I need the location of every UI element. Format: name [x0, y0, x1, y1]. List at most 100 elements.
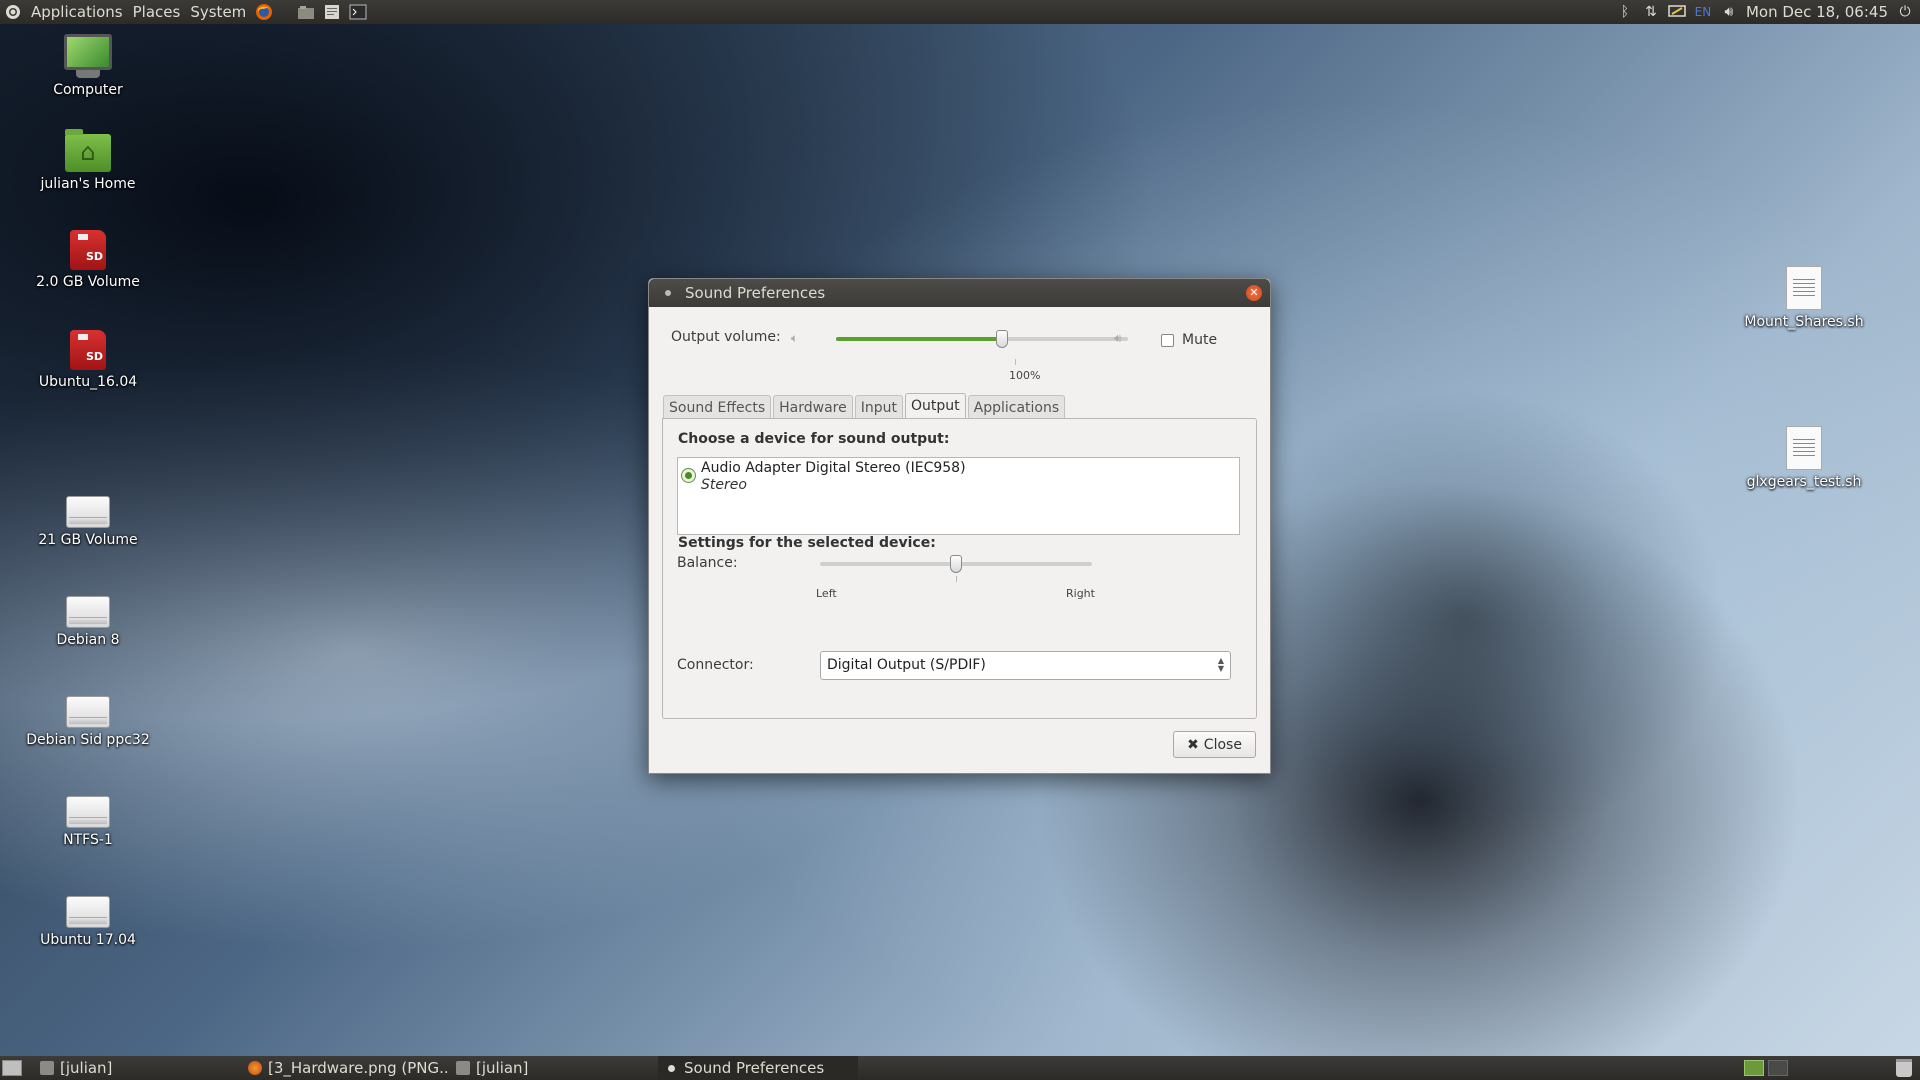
desktop-icon-glxgears-test[interactable]: glxgears_test.sh: [1734, 426, 1874, 490]
desktop-icon-mount-shares[interactable]: Mount_Shares.sh: [1734, 266, 1874, 330]
bottom-panel: [julian] [3_Hardware.png (PNG... [julian…: [0, 1056, 1920, 1080]
taskbar-item-label: [3_Hardware.png (PNG...: [268, 1059, 448, 1077]
mute-checkbox[interactable]: [1161, 333, 1174, 347]
workspace-2[interactable]: [1768, 1060, 1788, 1076]
desktop-icon-debian-sid[interactable]: Debian Sid ppc32: [18, 696, 158, 748]
desktop-icon-ntfs-1[interactable]: NTFS-1: [18, 796, 158, 848]
taskbar-item-firefox[interactable]: [3_Hardware.png (PNG...: [242, 1056, 448, 1080]
device-selected-radio[interactable]: [681, 468, 696, 483]
device-profile: Stereo: [701, 477, 747, 493]
drive-icon: [66, 796, 110, 828]
keyboard-layout-indicator[interactable]: EN: [1694, 3, 1712, 21]
speaker-low-icon: 🔈︎: [791, 331, 799, 345]
connector-select[interactable]: Digital Output (S/PDIF) ▲ ▼: [820, 651, 1231, 680]
output-volume-slider[interactable]: [836, 337, 1128, 341]
trash-icon[interactable]: [1896, 1059, 1912, 1077]
mute-toggle[interactable]: Mute: [1161, 332, 1217, 348]
ubuntu-logo-icon[interactable]: [4, 3, 22, 21]
combo-arrows-icon: ▲ ▼: [1217, 656, 1224, 673]
folder-icon: [40, 1061, 54, 1075]
tab-output[interactable]: Output: [904, 393, 966, 421]
drive-icon: [66, 696, 110, 728]
taskbar-item-julian-2[interactable]: [julian]: [450, 1056, 656, 1080]
output-volume-label: Output volume:: [671, 329, 781, 345]
output-volume-fill: [836, 337, 1003, 341]
settings-heading: Settings for the selected device:: [678, 535, 936, 551]
close-icon: ✖: [1187, 736, 1199, 753]
dialog-title: Sound Preferences: [685, 284, 826, 302]
window-close-icon[interactable]: ✕: [1246, 285, 1262, 301]
tab-hardware[interactable]: Hardware: [773, 395, 853, 420]
show-desktop-icon[interactable]: [2, 1060, 22, 1076]
volume-percent-label: 100%: [1009, 369, 1041, 382]
terminal-launcher-icon[interactable]: [349, 3, 367, 21]
desktop-icon-2gb-volume[interactable]: SD 2.0 GB Volume: [18, 230, 158, 290]
taskbar-item-label: Sound Preferences: [684, 1059, 825, 1077]
desktop-icon-label: NTFS-1: [63, 832, 113, 848]
taskbar-item-julian-1[interactable]: [julian]: [34, 1056, 240, 1080]
display-icon[interactable]: [1668, 3, 1686, 21]
file-manager-launcher-icon[interactable]: [297, 3, 315, 21]
desktop-icon-label: Ubuntu 17.04: [40, 932, 136, 948]
desktop-icon-label: Computer: [53, 82, 123, 98]
tab-sound-effects[interactable]: Sound Effects: [663, 395, 772, 420]
desktop-icon-label: Debian Sid ppc32: [26, 732, 150, 748]
firefox-icon: [248, 1061, 262, 1075]
folder-icon: [456, 1061, 470, 1075]
desktop-icon-21gb-volume[interactable]: 21 GB Volume: [18, 496, 158, 548]
system-tray: ᛒ ⇅ EN 🔊︎ Mon Dec 18, 06:45 ⏻: [1616, 0, 1920, 24]
drive-icon: [66, 496, 110, 528]
home-folder-icon: [65, 129, 111, 172]
output-tab-panel: Choose a device for sound output: Audio …: [662, 418, 1257, 719]
connector-value: Digital Output (S/PDIF): [827, 657, 986, 673]
dialog-titlebar[interactable]: Sound Preferences ✕: [649, 279, 1270, 307]
output-device-list[interactable]: Audio Adapter Digital Stereo (IEC958) St…: [677, 457, 1240, 535]
tab-bar: Sound Effects Hardware Input Output Appl…: [663, 393, 1066, 421]
window-menu-icon[interactable]: [665, 290, 671, 296]
desktop-icon-ubuntu-17-04[interactable]: Ubuntu 17.04: [18, 896, 158, 948]
bluetooth-icon[interactable]: ᛒ: [1616, 3, 1634, 21]
desktop-icon-label: Debian 8: [56, 632, 120, 648]
desktop-icon-label: Mount_Shares.sh: [1744, 314, 1864, 330]
close-button-label: Close: [1203, 736, 1242, 753]
menu-system[interactable]: System: [185, 0, 251, 24]
script-file-icon: [1786, 426, 1822, 470]
tab-applications[interactable]: Applications: [967, 395, 1066, 420]
network-icon[interactable]: ⇅: [1642, 3, 1660, 21]
menu-applications[interactable]: Applications: [26, 0, 128, 24]
desktop-icon-ubuntu-16-04[interactable]: SD Ubuntu_16.04: [18, 330, 158, 390]
menu-places[interactable]: Places: [128, 0, 186, 24]
mute-label: Mute: [1182, 332, 1218, 348]
firefox-icon[interactable]: [255, 3, 273, 21]
balance-right-label: Right: [1066, 587, 1095, 600]
taskbar-item-sound-preferences[interactable]: Sound Preferences: [658, 1056, 858, 1080]
clock[interactable]: Mon Dec 18, 06:45: [1746, 3, 1888, 21]
desktop-icon-label: julian's Home: [40, 176, 136, 192]
desktop-icon-label: 2.0 GB Volume: [36, 274, 140, 290]
sound-preferences-icon: [668, 1065, 675, 1072]
device-name: Audio Adapter Digital Stereo (IEC958): [701, 460, 966, 476]
close-button[interactable]: ✖ Close: [1173, 731, 1256, 758]
desktop-icon-computer[interactable]: Computer: [18, 34, 158, 98]
output-device-item[interactable]: Audio Adapter Digital Stereo (IEC958) St…: [678, 458, 1239, 496]
sd-card-icon: SD: [70, 330, 106, 370]
balance-label: Balance:: [677, 555, 738, 571]
drive-icon: [66, 896, 110, 928]
computer-icon: [64, 34, 112, 70]
tab-input[interactable]: Input: [854, 395, 903, 420]
balance-knob[interactable]: [950, 555, 962, 573]
desktop-icon-label: Ubuntu_16.04: [38, 374, 138, 390]
sound-preferences-dialog: Sound Preferences ✕ Output volume: 🔈︎ 🔊︎…: [648, 278, 1271, 774]
taskbar-item-label: [julian]: [476, 1059, 529, 1077]
power-icon[interactable]: ⏻: [1896, 3, 1914, 21]
volume-100-tick: [1015, 359, 1016, 365]
desktop-icon-debian-8[interactable]: Debian 8: [18, 596, 158, 648]
output-volume-knob[interactable]: [996, 330, 1009, 348]
desktop-icon-label: glxgears_test.sh: [1746, 474, 1862, 490]
text-editor-launcher-icon[interactable]: [323, 3, 341, 21]
workspace-1[interactable]: [1744, 1060, 1764, 1076]
script-file-icon: [1786, 266, 1822, 310]
desktop-icon-home[interactable]: julian's Home: [18, 129, 158, 192]
volume-icon[interactable]: 🔊︎: [1720, 3, 1738, 21]
speaker-high-icon: 🔊︎: [1114, 331, 1122, 345]
